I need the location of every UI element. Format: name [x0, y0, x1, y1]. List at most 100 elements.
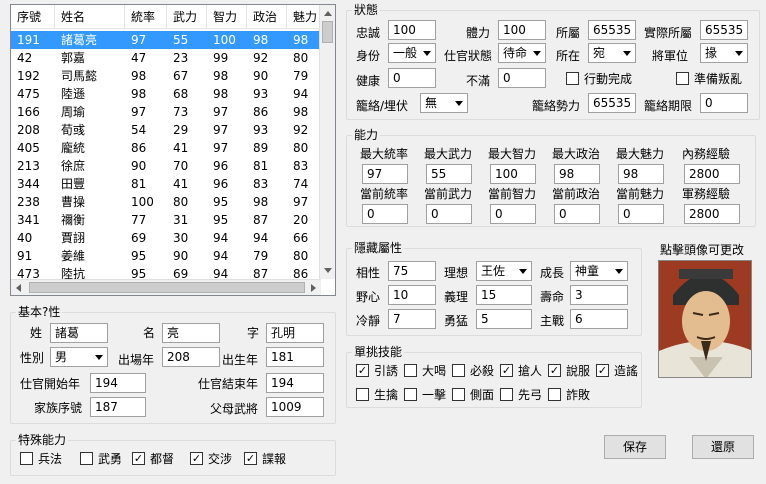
- restore-button[interactable]: 還原: [692, 435, 754, 459]
- birth-year-field[interactable]: 181: [266, 347, 324, 367]
- bond-force-field[interactable]: 65535: [588, 93, 636, 113]
- ideal-select[interactable]: 王佐: [476, 261, 532, 281]
- ability-field[interactable]: 0: [554, 204, 600, 224]
- table-row[interactable]: 166 周瑜 97 73 97 86 98: [11, 103, 321, 121]
- ability-field[interactable]: 100: [490, 164, 536, 184]
- ability-field[interactable]: 0: [426, 204, 472, 224]
- table-scroll-thumb[interactable]: [322, 21, 333, 43]
- scroll-right-arrow-icon[interactable]: [311, 284, 316, 292]
- office-state-select[interactable]: 待命: [498, 43, 546, 63]
- duel-skill-checkbox[interactable]: [404, 388, 417, 401]
- table-row[interactable]: 42 郭嘉 47 23 99 92 80: [11, 49, 321, 67]
- duel-skill-checkbox[interactable]: ✓: [500, 364, 513, 377]
- table-cell: 諸葛亮: [61, 33, 98, 47]
- ability-field[interactable]: 0: [618, 204, 664, 224]
- special-ability-checkbox[interactable]: ✓: [244, 452, 257, 465]
- ability-field[interactable]: 98: [554, 164, 600, 184]
- growth-select[interactable]: 神童: [570, 261, 628, 281]
- table-cell: 192: [17, 69, 40, 83]
- table-row[interactable]: 405 龐統 86 41 97 89 80: [11, 139, 321, 157]
- table-row[interactable]: 40 賈詡 69 30 94 94 66: [11, 229, 321, 247]
- table-cell: 42: [17, 51, 33, 65]
- combat-field[interactable]: 6: [570, 309, 628, 329]
- ability-field[interactable]: 55: [426, 164, 472, 184]
- table-row[interactable]: 191 諸葛亮 97 55 100 98 98: [11, 31, 321, 49]
- affinity-field[interactable]: 75: [388, 261, 436, 281]
- loyalty-field[interactable]: 100: [388, 20, 436, 40]
- real-belong-field[interactable]: 65535: [700, 20, 748, 40]
- scroll-left-arrow-icon[interactable]: [16, 284, 21, 292]
- ability-field[interactable]: 0: [490, 204, 536, 224]
- table-row[interactable]: 192 司馬懿 98 67 98 90 79: [11, 67, 321, 85]
- special-ability-checkbox[interactable]: [80, 452, 93, 465]
- duel-skill-checkbox[interactable]: [404, 364, 417, 377]
- gender-value: 男: [55, 350, 68, 364]
- gender-select[interactable]: 男: [50, 347, 108, 367]
- identity-select[interactable]: 一般: [388, 43, 436, 63]
- general-rank-select[interactable]: 掾: [700, 43, 748, 63]
- rebel-checkbox[interactable]: [676, 72, 689, 85]
- table-row[interactable]: 475 陸遜 98 68 98 93 94: [11, 85, 321, 103]
- officer-table[interactable]: 序號 姓名 統率 武力 智力 政治 魅力 191 諸葛亮 97 55 100 98 98 42…: [10, 4, 336, 296]
- location-select[interactable]: 宛: [588, 43, 636, 63]
- officer-portrait[interactable]: [658, 260, 752, 378]
- bond-limit-field[interactable]: 0: [700, 93, 748, 113]
- bond-select[interactable]: 無: [420, 93, 468, 113]
- duel-skill-checkbox[interactable]: ✓: [356, 364, 369, 377]
- column-header-id[interactable]: 序號: [11, 5, 55, 29]
- duel-skill-checkbox[interactable]: [452, 364, 465, 377]
- ability-field[interactable]: 0: [362, 204, 408, 224]
- duel-skill-checkbox[interactable]: [356, 388, 369, 401]
- duel-skill-checkbox[interactable]: ✓: [596, 364, 609, 377]
- health-field[interactable]: 0: [388, 68, 436, 88]
- calm-field[interactable]: 7: [388, 309, 436, 329]
- style-name-field[interactable]: 孔明: [266, 323, 324, 343]
- ability-field[interactable]: 98: [618, 164, 664, 184]
- special-ability-checkbox[interactable]: [20, 452, 33, 465]
- column-header-politics[interactable]: 政治: [247, 5, 287, 29]
- special-ability-checkbox[interactable]: ✓: [190, 452, 203, 465]
- brave-field[interactable]: 5: [476, 309, 532, 329]
- table-horizontal-scrollbar[interactable]: [11, 279, 321, 295]
- column-header-intelligence[interactable]: 智力: [207, 5, 247, 29]
- table-hscroll-thumb[interactable]: [29, 282, 305, 293]
- portrait-image: [659, 261, 751, 377]
- discontent-field[interactable]: 0: [498, 68, 546, 88]
- ambition-field[interactable]: 10: [388, 285, 436, 305]
- family-id-field[interactable]: 187: [90, 397, 146, 417]
- table-row[interactable]: 341 禰衡 77 31 95 87 20: [11, 211, 321, 229]
- special-ability-checkbox[interactable]: ✓: [132, 452, 145, 465]
- scroll-down-arrow-icon[interactable]: [324, 268, 332, 273]
- office-start-field[interactable]: 194: [90, 373, 146, 393]
- column-header-war[interactable]: 武力: [167, 5, 207, 29]
- duel-skill-checkbox[interactable]: [500, 388, 513, 401]
- table-vertical-scrollbar[interactable]: [319, 5, 335, 279]
- save-button[interactable]: 保存: [604, 435, 666, 459]
- duel-skill-checkbox[interactable]: [452, 388, 465, 401]
- duel-skill-checkbox[interactable]: ✓: [548, 364, 561, 377]
- column-header-name[interactable]: 姓名: [55, 5, 125, 29]
- office-end-field[interactable]: 194: [266, 373, 324, 393]
- ability-field[interactable]: 2800: [684, 204, 740, 224]
- column-header-leadership[interactable]: 統率: [125, 5, 167, 29]
- righteous-field[interactable]: 15: [476, 285, 532, 305]
- scroll-up-arrow-icon[interactable]: [324, 11, 332, 16]
- lifespan-field[interactable]: 3: [570, 285, 628, 305]
- table-row[interactable]: 91 姜維 95 90 94 79 80: [11, 247, 321, 265]
- duel-skill-checkbox[interactable]: [548, 388, 561, 401]
- parent-general-field[interactable]: 1009: [266, 397, 324, 417]
- table-row[interactable]: 208 荀彧 54 29 97 93 92: [11, 121, 321, 139]
- belong-field[interactable]: 65535: [588, 20, 636, 40]
- table-row[interactable]: 213 徐庶 90 70 96 81 83: [11, 157, 321, 175]
- surname-field[interactable]: 諸葛: [50, 323, 108, 343]
- appear-year-field[interactable]: 208: [162, 347, 220, 367]
- table-cell: 田豐: [61, 177, 86, 191]
- combat-label: 主戰: [540, 314, 565, 328]
- ability-field[interactable]: 97: [362, 164, 408, 184]
- action-done-checkbox[interactable]: [566, 72, 579, 85]
- given-name-field[interactable]: 亮: [162, 323, 220, 343]
- stamina-field[interactable]: 100: [498, 20, 546, 40]
- ability-field[interactable]: 2800: [684, 164, 740, 184]
- table-row[interactable]: 238 曹操 100 80 95 98 97: [11, 193, 321, 211]
- table-row[interactable]: 344 田豐 81 41 96 83 74: [11, 175, 321, 193]
